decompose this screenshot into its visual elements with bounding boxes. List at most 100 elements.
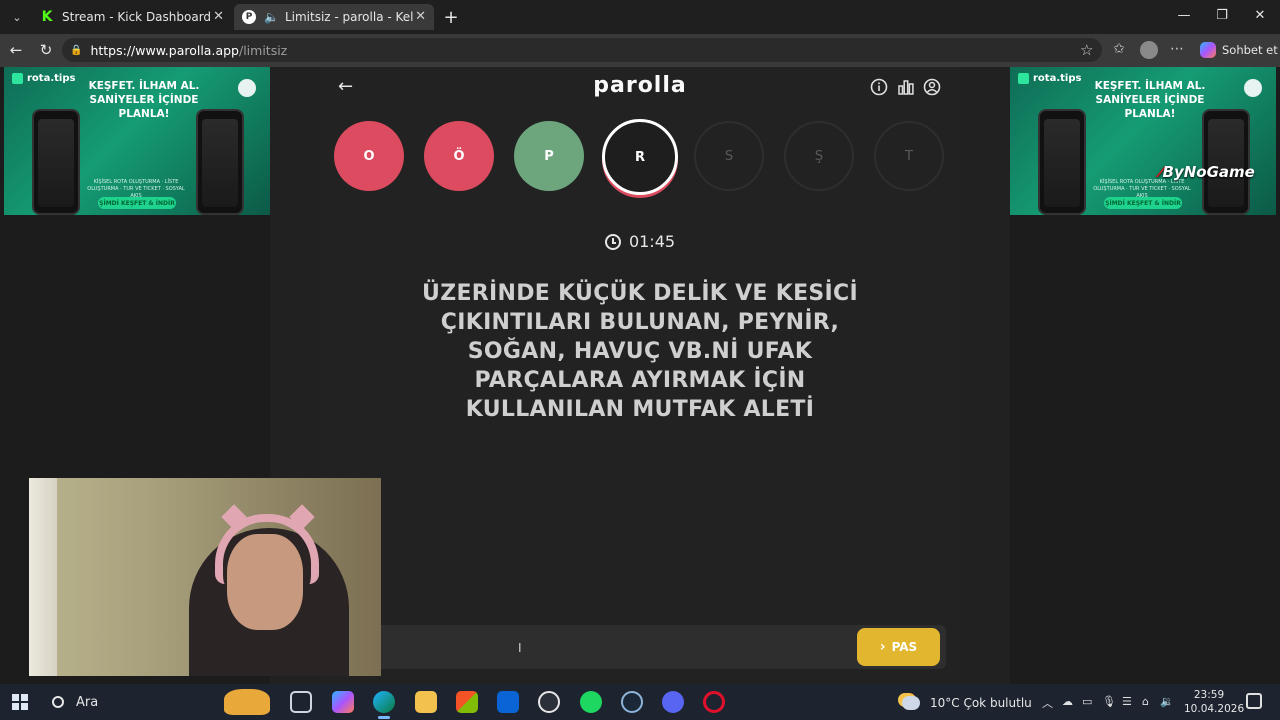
game-panel: ← parolla O Ö P R S Ş T 01:45 ÜZERİNDE K… [320,67,960,684]
notifications-icon[interactable] [1246,693,1262,709]
favorites-icon[interactable]: ✩ [1110,41,1128,57]
rota-logo-icon [12,73,23,84]
pass-button[interactable]: › PAS [857,628,940,666]
webcam-background [29,478,57,676]
webcam-overlay [29,478,381,676]
ad-cta-button[interactable]: ŞİMDİ KEŞFET & İNDİR [1104,197,1182,209]
tab-list-chevron-icon[interactable]: ⌄ [6,6,28,28]
copilot-app-icon[interactable] [332,691,354,713]
back-arrow-icon[interactable]: ← [6,41,26,59]
tab-title: Stream - Kick Dashboard [62,10,212,24]
fox-widget-icon[interactable] [224,689,270,715]
address-toolbar: ← ↻ 🔒 https://www.parolla.app/limitsiz ☆… [0,34,1280,67]
windows-start-icon[interactable] [12,694,28,710]
phone-image [32,109,80,215]
minimize-icon[interactable]: — [1174,8,1194,23]
clock-time: 23:59 [1193,689,1225,701]
timer: 01:45 [320,232,960,251]
phone-image [1202,109,1250,215]
parolla-icon: P [242,10,256,24]
discord-icon[interactable] [662,691,684,713]
letter-circle: Ö [424,121,494,191]
clock-date: 10.04.2026 [1184,703,1245,715]
obs-icon[interactable] [538,691,560,713]
letter-circle-current: R [602,119,678,195]
text-cursor-icon: I [518,641,522,655]
volume-icon[interactable]: 🔉 [1160,695,1174,708]
clock-icon [604,233,621,250]
pass-label: PAS [891,640,918,654]
close-window-icon[interactable]: ✕ [1250,8,1270,23]
letter-circle: P [514,121,584,191]
windows-taskbar: Ara 10°C Çok bulutlu ︿ ☁ ▭ 🎙 ☰ ⌂ 🔉 23:59… [0,684,1280,720]
ad-cta-button[interactable]: ŞİMDİ KEŞFET & İNDİR [98,197,176,209]
microphone-icon[interactable]: 🎙 [1102,695,1116,708]
answer-bar: I › PAS [320,625,946,669]
outlook-icon[interactable] [497,691,519,713]
right-sidebar: rota.tips KEŞFET. İLHAM AL. SANİYELER İÇ… [1010,67,1280,684]
file-explorer-icon[interactable] [415,691,437,713]
game-header: ← parolla [320,67,960,107]
ad-close-icon[interactable] [1244,79,1262,97]
ad-banner-left[interactable]: rota.tips KEŞFET. İLHAM AL. SANİYELER İÇ… [4,67,270,215]
ad-banner-right[interactable]: rota.tips KEŞFET. İLHAM AL. SANİYELER İÇ… [1010,67,1276,215]
new-tab-button[interactable]: + [440,6,462,28]
tab-kick-dashboard[interactable]: K Stream - Kick Dashboard ✕ [32,4,232,30]
phone-image [196,109,244,215]
phone-image [1038,109,1086,215]
favorite-star-icon[interactable]: ☆ [1080,41,1093,59]
weather-text: 10°C Çok bulutlu [930,696,1032,710]
copilot-icon [1200,42,1216,58]
url-field[interactable]: 🔒 https://www.parolla.app/limitsiz [62,38,1102,62]
more-menu-icon[interactable]: ⋯ [1168,41,1186,57]
copilot-button[interactable]: Sohbet et [1200,39,1278,61]
close-tab-icon[interactable]: ✕ [415,9,426,24]
browser-tab-bar: ⌄ K Stream - Kick Dashboard ✕ P 🔈 Limits… [0,0,1280,34]
tray-app-icon[interactable]: ☰ [1122,695,1132,708]
store-icon[interactable] [456,691,478,713]
answer-input[interactable] [330,625,850,669]
question-text: ÜZERİNDE KÜÇÜK DELİK VE KESİCİ ÇIKINTILA… [422,281,858,422]
rota-logo-icon [1018,73,1029,84]
letter-circle: O [334,121,404,191]
network-icon[interactable]: ⌂ [1142,695,1149,708]
tab-title: Limitsiz - parolla - Kelime oyu [284,10,413,24]
opera-icon[interactable] [703,691,725,713]
stats-icon[interactable] [897,78,915,96]
info-icon[interactable] [870,78,888,96]
tab-parolla[interactable]: P 🔈 Limitsiz - parolla - Kelime oyu ✕ [234,4,434,30]
letter-circle: Ş [784,121,854,191]
site-info-icon[interactable]: 🔒 [70,45,82,56]
ad-close-icon[interactable] [238,79,256,97]
right-gutter [960,67,1010,684]
steam-icon[interactable] [621,691,643,713]
user-profile-icon[interactable] [923,78,941,96]
tray-app-icon[interactable]: ☁ [1062,695,1073,708]
bynogame-watermark: ⁄ByNoGame [1160,163,1255,181]
maximize-icon[interactable]: ❐ [1212,8,1232,23]
letter-circle: T [874,121,944,191]
tray-chevron-icon[interactable]: ︿ [1042,695,1053,711]
taskbar-search[interactable]: Ara [46,690,216,714]
profile-avatar[interactable] [1140,41,1158,59]
search-label: Ara [76,694,99,710]
parolla-logo: parolla [593,73,687,98]
kick-icon: K [41,9,53,25]
spotify-icon[interactable] [580,691,602,713]
url-host: https://www.parolla.app [90,42,239,58]
close-tab-icon[interactable]: ✕ [213,9,224,24]
search-icon [52,696,64,708]
refresh-icon[interactable]: ↻ [36,41,56,59]
tray-app-icon[interactable]: ▭ [1082,695,1092,708]
letter-circle: S [694,121,764,191]
speaker-icon[interactable]: 🔈 [264,10,279,24]
edge-icon[interactable] [373,691,395,719]
weather-cloud-icon [902,696,920,710]
weather-widget[interactable]: 10°C Çok bulutlu [902,692,1032,714]
copilot-label: Sohbet et [1222,43,1278,57]
timer-value: 01:45 [628,232,676,251]
system-clock[interactable]: 23:59 10.04.2026 [1184,688,1245,716]
chevron-right-icon: › [879,639,886,655]
letter-track: O Ö P R S Ş T [334,119,946,195]
task-view-icon[interactable] [290,691,312,713]
